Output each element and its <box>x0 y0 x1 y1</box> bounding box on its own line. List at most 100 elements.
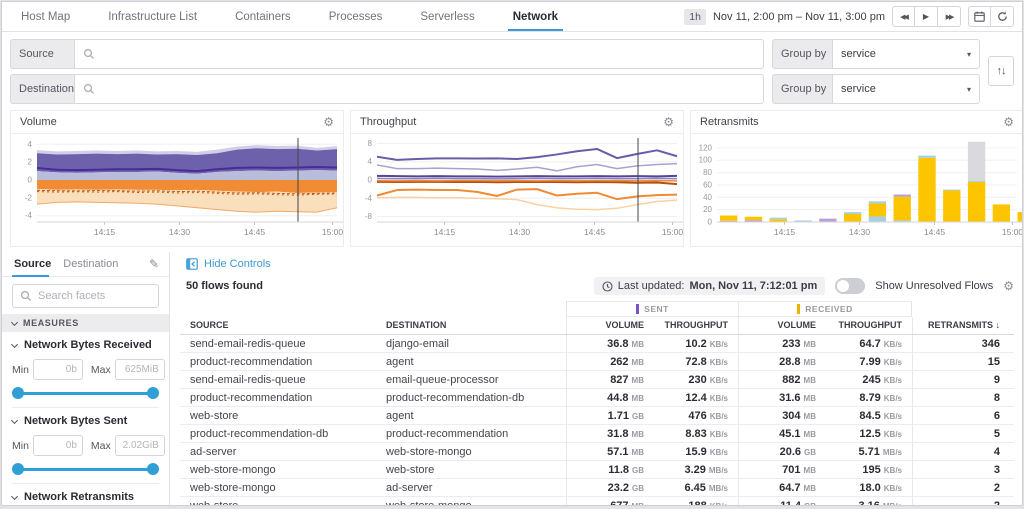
destination-search-input[interactable] <box>101 83 763 95</box>
calendar-icon <box>974 11 985 22</box>
measures-section-header[interactable]: MEASURES <box>2 314 169 332</box>
table-row[interactable]: web-store-mongo ad-server 23.2 GB 6.45 MB/s 64… <box>180 479 1014 497</box>
svg-text:80: 80 <box>703 168 712 177</box>
gear-icon[interactable]: ⚙ <box>1003 116 1014 128</box>
source-search-input[interactable] <box>101 48 763 60</box>
chevron-down-icon <box>10 416 19 424</box>
slider-handle-max[interactable] <box>147 463 159 475</box>
facet-search-box[interactable] <box>12 284 159 308</box>
source-search-box[interactable] <box>74 39 764 69</box>
svg-text:8: 8 <box>368 139 373 148</box>
chevron-down-icon: ▾ <box>966 49 971 59</box>
nav-tab-processes[interactable]: Processes <box>310 2 402 31</box>
flow-filters: Source Group by service ▾ Destination Gr… <box>10 39 1014 104</box>
range-slider[interactable] <box>12 463 159 475</box>
table-row[interactable]: send-email-redis-queue email-queue-proces… <box>180 371 1014 389</box>
swap-source-destination-button[interactable]: ↑↓ <box>988 56 1014 86</box>
cell-retransmits: 3 <box>912 461 1014 478</box>
search-icon <box>83 83 95 95</box>
cell-retransmits: 8 <box>912 389 1014 406</box>
clock-icon <box>602 280 613 292</box>
svg-text:-4: -4 <box>365 194 373 203</box>
gear-icon[interactable]: ⚙ <box>663 116 674 128</box>
cell-source: ad-server <box>190 445 237 458</box>
column-header-received-volume[interactable]: VOLUME <box>738 317 826 334</box>
time-play-button[interactable]: ▶ <box>915 6 938 27</box>
gear-icon[interactable]: ⚙ <box>323 116 334 128</box>
chevron-down-icon: ▾ <box>966 84 971 94</box>
measure-title[interactable]: Network Bytes Sent <box>10 415 159 427</box>
table-row[interactable]: send-email-redis-queue django-email 36.8 MB… <box>180 335 1014 353</box>
facet-search-input[interactable] <box>38 290 151 302</box>
max-input[interactable] <box>114 435 165 456</box>
nav-tab-network[interactable]: Network <box>494 2 577 31</box>
time-forward-button[interactable]: ▶▶ <box>938 6 961 27</box>
table-row[interactable]: web-store web-store-mongo 677 MB 188 KB/s 11.4… <box>180 497 1014 505</box>
slider-handle-min[interactable] <box>12 387 24 399</box>
destination-search-box[interactable] <box>74 74 764 104</box>
column-header-sent-volume[interactable]: VOLUME <box>566 317 654 334</box>
column-header-sent-throughput[interactable]: THROUGHPUT <box>654 317 738 334</box>
volume-chart[interactable]: 4 2 0 -2 -4 14:15 14:30 14:45 15:00 <box>11 134 343 246</box>
table-row[interactable]: web-store-mongo web-store 11.8 GB 3.29 MB/s 70… <box>180 461 1014 479</box>
min-input[interactable] <box>32 435 83 456</box>
svg-text:14:45: 14:45 <box>584 227 606 237</box>
nav-tab-containers[interactable]: Containers <box>216 2 310 31</box>
nav-tab-host-map[interactable]: Host Map <box>2 2 89 31</box>
table-row[interactable]: product-recommendation-db product-recomme… <box>180 425 1014 443</box>
measure-network-bytes-received: Network Bytes Received Min Max <box>10 332 165 408</box>
destination-group-by-select[interactable]: service ▾ <box>832 74 980 104</box>
nav-tab-infrastructure-list[interactable]: Infrastructure List <box>89 2 216 31</box>
range-slider[interactable] <box>12 387 159 399</box>
calendar-button[interactable] <box>968 6 991 27</box>
cell-destination: django-email <box>386 337 449 350</box>
source-group-by-select[interactable]: service ▾ <box>832 39 980 69</box>
cell-destination: web-store-mongo <box>386 445 472 458</box>
table-row[interactable]: product-recommendation agent 262 MB 72.8 KB/s… <box>180 353 1014 371</box>
throughput-chart[interactable]: 8 4 0 -4 -8 14:15 14:30 14:45 15:00 <box>351 134 683 246</box>
cell-retransmits: 6 <box>912 407 1014 424</box>
nav-tab-serverless[interactable]: Serverless <box>401 2 493 31</box>
time-range-text[interactable]: Nov 11, 2:00 pm – Nov 11, 3:00 pm <box>713 11 885 23</box>
table-body: send-email-redis-queue django-email 36.8 MB… <box>180 335 1014 505</box>
column-header-destination[interactable]: DESTINATION <box>376 317 566 334</box>
column-header-received-throughput[interactable]: THROUGHPUT <box>826 317 912 334</box>
measure-title[interactable]: Network Bytes Received <box>10 339 159 351</box>
table-row[interactable]: product-recommendation product-recommenda… <box>180 389 1014 407</box>
svg-text:14:30: 14:30 <box>169 227 191 237</box>
cell-destination: product-recommendation <box>386 427 509 440</box>
measures-list: Network Bytes ReceivedMinMaxNetwork Byte… <box>10 332 165 505</box>
pencil-icon[interactable]: ✎ <box>149 257 159 271</box>
sidebar-tab-source[interactable]: Source <box>12 252 61 277</box>
table-row[interactable]: web-store agent 1.71 GB 476 KB/s 304 MB 84.5 KB/s… <box>180 407 1014 425</box>
column-header-source[interactable]: SOURCE <box>180 317 376 334</box>
table-row[interactable]: ad-server web-store-mongo 57.1 MB 15.9 KB/s 20… <box>180 443 1014 461</box>
max-label: Max <box>90 363 111 376</box>
chevron-down-icon <box>10 492 19 500</box>
time-controls: 1h Nov 11, 2:00 pm – Nov 11, 3:00 pm ◀◀ … <box>684 2 1022 31</box>
gear-icon[interactable]: ⚙ <box>1003 280 1014 292</box>
last-updated-value: Mon, Nov 11, 7:12:01 pm <box>689 280 818 292</box>
rewind-icon: ◀◀ <box>900 13 909 21</box>
min-label: Min <box>12 439 29 452</box>
time-rewind-button[interactable]: ◀◀ <box>892 6 915 27</box>
network-monitoring-page: Host Map Infrastructure List Containers Pro… <box>1 1 1023 506</box>
min-input[interactable] <box>32 359 83 380</box>
hide-controls-link[interactable]: Hide Controls <box>186 258 1014 270</box>
svg-text:2: 2 <box>28 158 33 167</box>
min-label: Min <box>12 363 29 376</box>
sidebar-tab-destination[interactable]: Destination <box>61 252 128 276</box>
measure-title[interactable]: Network Retransmits <box>10 491 159 503</box>
svg-text:15:00: 15:00 <box>322 227 343 237</box>
top-navigation: Host Map Infrastructure List Containers Pro… <box>2 2 1022 32</box>
slider-handle-max[interactable] <box>147 387 159 399</box>
retransmits-chart[interactable]: 0 20 40 60 80 100 120 14:15 14:30 14:45 15:00 <box>691 134 1023 246</box>
time-range-badge[interactable]: 1h <box>684 8 706 25</box>
slider-handle-min[interactable] <box>12 463 24 475</box>
column-header-retransmits[interactable]: RETRANSMITS ↓ <box>912 317 1014 334</box>
refresh-button[interactable] <box>991 6 1014 27</box>
svg-text:100: 100 <box>699 156 713 165</box>
svg-text:4: 4 <box>368 157 373 166</box>
show-unresolved-flows-toggle[interactable] <box>835 278 866 294</box>
max-input[interactable] <box>114 359 165 380</box>
